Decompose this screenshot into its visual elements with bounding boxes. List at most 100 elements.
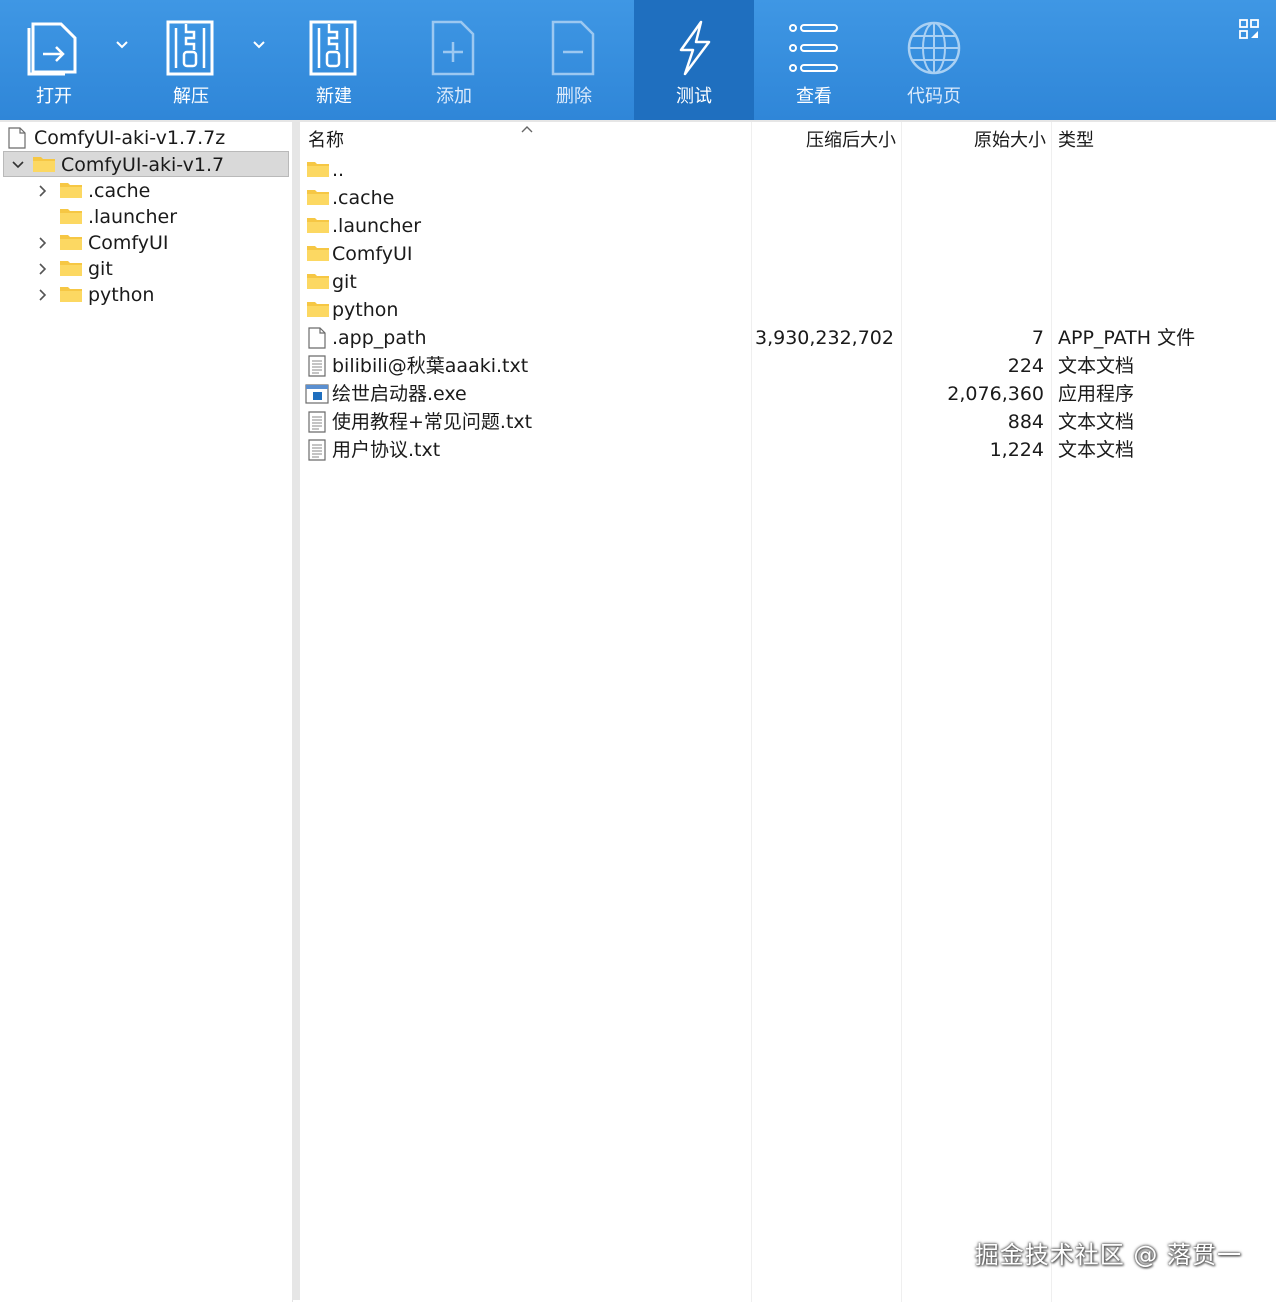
tree-item-root[interactable]: ComfyUI-aki-v1.7 bbox=[3, 151, 289, 177]
text-file-icon bbox=[308, 411, 326, 433]
new-button[interactable]: 新建 bbox=[274, 0, 394, 120]
file-icon bbox=[8, 127, 26, 149]
folder-icon bbox=[60, 183, 82, 198]
file-size: 7 bbox=[1031, 327, 1044, 349]
test-label: 测试 bbox=[676, 86, 712, 107]
folder-icon bbox=[307, 190, 329, 205]
add-button[interactable]: 添加 bbox=[394, 0, 514, 120]
text-file-icon bbox=[308, 355, 326, 377]
new-label: 新建 bbox=[316, 86, 352, 107]
open-button[interactable]: 打开 bbox=[0, 0, 114, 120]
new-archive-icon bbox=[274, 18, 394, 80]
tree-item-label: ComfyUI-aki-v1.7 bbox=[61, 154, 225, 176]
add-file-icon bbox=[394, 18, 514, 80]
folder-icon bbox=[60, 261, 82, 276]
tree-item-label: ComfyUI bbox=[88, 232, 169, 254]
extract-button[interactable]: 解压 bbox=[131, 0, 251, 120]
file-size: 2,076,360 bbox=[947, 383, 1044, 405]
extract-icon bbox=[131, 18, 251, 80]
folder-icon bbox=[33, 157, 55, 172]
view-button[interactable]: 查看 bbox=[754, 0, 874, 120]
chevron-right-icon[interactable] bbox=[36, 262, 50, 276]
folder-icon bbox=[307, 302, 329, 317]
file-name: .. bbox=[332, 159, 345, 181]
file-name: 使用教程+常见问题.txt bbox=[332, 411, 533, 433]
list-icon bbox=[754, 18, 874, 80]
chevron-down-icon[interactable] bbox=[11, 158, 25, 172]
file-icon bbox=[308, 327, 326, 349]
file-name: 绘世启动器.exe bbox=[332, 383, 467, 405]
tree-item-label: git bbox=[88, 258, 113, 280]
file-list[interactable]: 名称 压缩后大小 原始大小 类型 .. .cache .launcher Com… bbox=[300, 120, 1276, 1302]
tree-item-label: ComfyUI-aki-v1.7.7z bbox=[34, 127, 226, 149]
column-header-type[interactable]: 类型 bbox=[1058, 128, 1094, 154]
add-label: 添加 bbox=[436, 86, 472, 107]
test-button[interactable]: 测试 bbox=[634, 0, 754, 120]
file-type: 文本文档 bbox=[1058, 411, 1135, 433]
file-size: 884 bbox=[1007, 411, 1044, 433]
file-packed-size: 3,930,232,702 bbox=[754, 327, 894, 349]
watermark: 掘金技术社区 @ 落贯一 bbox=[974, 1241, 1242, 1269]
codepage-button[interactable]: 代码页 bbox=[874, 0, 994, 120]
column-header-size[interactable]: 原始大小 bbox=[974, 128, 1046, 154]
list-item-folder[interactable]: ComfyUI bbox=[300, 240, 1276, 268]
chevron-right-icon[interactable] bbox=[36, 236, 50, 250]
layout-grid-icon[interactable] bbox=[1238, 18, 1260, 40]
folder-icon bbox=[60, 287, 82, 302]
file-type: 文本文档 bbox=[1058, 439, 1135, 461]
folder-icon bbox=[60, 235, 82, 250]
extract-dropdown-icon[interactable] bbox=[251, 36, 267, 52]
delete-button[interactable]: 删除 bbox=[514, 0, 634, 120]
file-type: 文本文档 bbox=[1058, 355, 1135, 377]
folder-icon bbox=[307, 218, 329, 233]
lightning-icon bbox=[634, 18, 754, 80]
file-size: 1,224 bbox=[989, 439, 1044, 461]
toolbar: 打开 解压 新建 添加 删除 测试 查看 代码页 bbox=[0, 0, 1276, 120]
delete-label: 删除 bbox=[556, 86, 592, 107]
column-header-name[interactable]: 名称 bbox=[308, 128, 344, 154]
chevron-right-icon[interactable] bbox=[36, 288, 50, 302]
tree-item-label: .cache bbox=[88, 180, 151, 202]
list-item-file[interactable]: bilibili@秋葉aaaki.txt 224 文本文档 bbox=[300, 352, 1276, 380]
sort-ascending-icon bbox=[521, 126, 533, 133]
file-size: 224 bbox=[1007, 355, 1044, 377]
list-item-folder[interactable]: .launcher bbox=[300, 212, 1276, 240]
list-item-file[interactable]: 绘世启动器.exe 2,076,360 应用程序 bbox=[300, 380, 1276, 408]
file-type: 应用程序 bbox=[1058, 383, 1135, 405]
delete-file-icon bbox=[514, 18, 634, 80]
file-name: bilibili@秋葉aaaki.txt bbox=[332, 355, 529, 377]
file-name: .launcher bbox=[332, 215, 422, 237]
file-name: .cache bbox=[332, 187, 395, 209]
open-dropdown-icon[interactable] bbox=[114, 36, 130, 52]
tree-item-launcher[interactable]: .launcher bbox=[0, 204, 290, 230]
extract-label: 解压 bbox=[173, 86, 209, 107]
tree-item-git[interactable]: git bbox=[0, 256, 290, 282]
file-name: python bbox=[332, 299, 399, 321]
view-label: 查看 bbox=[796, 86, 832, 107]
tree-item-label: .launcher bbox=[88, 206, 178, 228]
tree-item-comfyui[interactable]: ComfyUI bbox=[0, 230, 290, 256]
pane-splitter[interactable] bbox=[292, 120, 300, 1300]
folder-icon bbox=[60, 209, 82, 224]
list-item-folder[interactable]: python bbox=[300, 296, 1276, 324]
list-item-parent[interactable]: .. bbox=[300, 156, 1276, 184]
text-file-icon bbox=[308, 439, 326, 461]
list-item-folder[interactable]: .cache bbox=[300, 184, 1276, 212]
list-item-file[interactable]: 用户协议.txt 1,224 文本文档 bbox=[300, 436, 1276, 464]
tree-item-cache[interactable]: .cache bbox=[0, 178, 290, 204]
file-name: git bbox=[332, 271, 357, 293]
folder-icon bbox=[307, 162, 329, 177]
open-label: 打开 bbox=[36, 86, 72, 107]
list-item-file[interactable]: .app_path 3,930,232,702 7 APP_PATH 文件 bbox=[300, 324, 1276, 352]
list-item-folder[interactable]: git bbox=[300, 268, 1276, 296]
codepage-label: 代码页 bbox=[907, 86, 961, 107]
chevron-right-icon[interactable] bbox=[36, 184, 50, 198]
file-type: APP_PATH 文件 bbox=[1058, 327, 1196, 349]
open-icon bbox=[0, 18, 114, 80]
folder-tree[interactable]: ComfyUI-aki-v1.7.7z ComfyUI-aki-v1.7 .ca… bbox=[0, 120, 293, 1302]
tree-item-python[interactable]: python bbox=[0, 282, 290, 308]
file-name: ComfyUI bbox=[332, 243, 413, 265]
column-header-packed-size[interactable]: 压缩后大小 bbox=[806, 128, 896, 154]
list-item-file[interactable]: 使用教程+常见问题.txt 884 文本文档 bbox=[300, 408, 1276, 436]
tree-item-archive[interactable]: ComfyUI-aki-v1.7.7z bbox=[0, 125, 290, 151]
